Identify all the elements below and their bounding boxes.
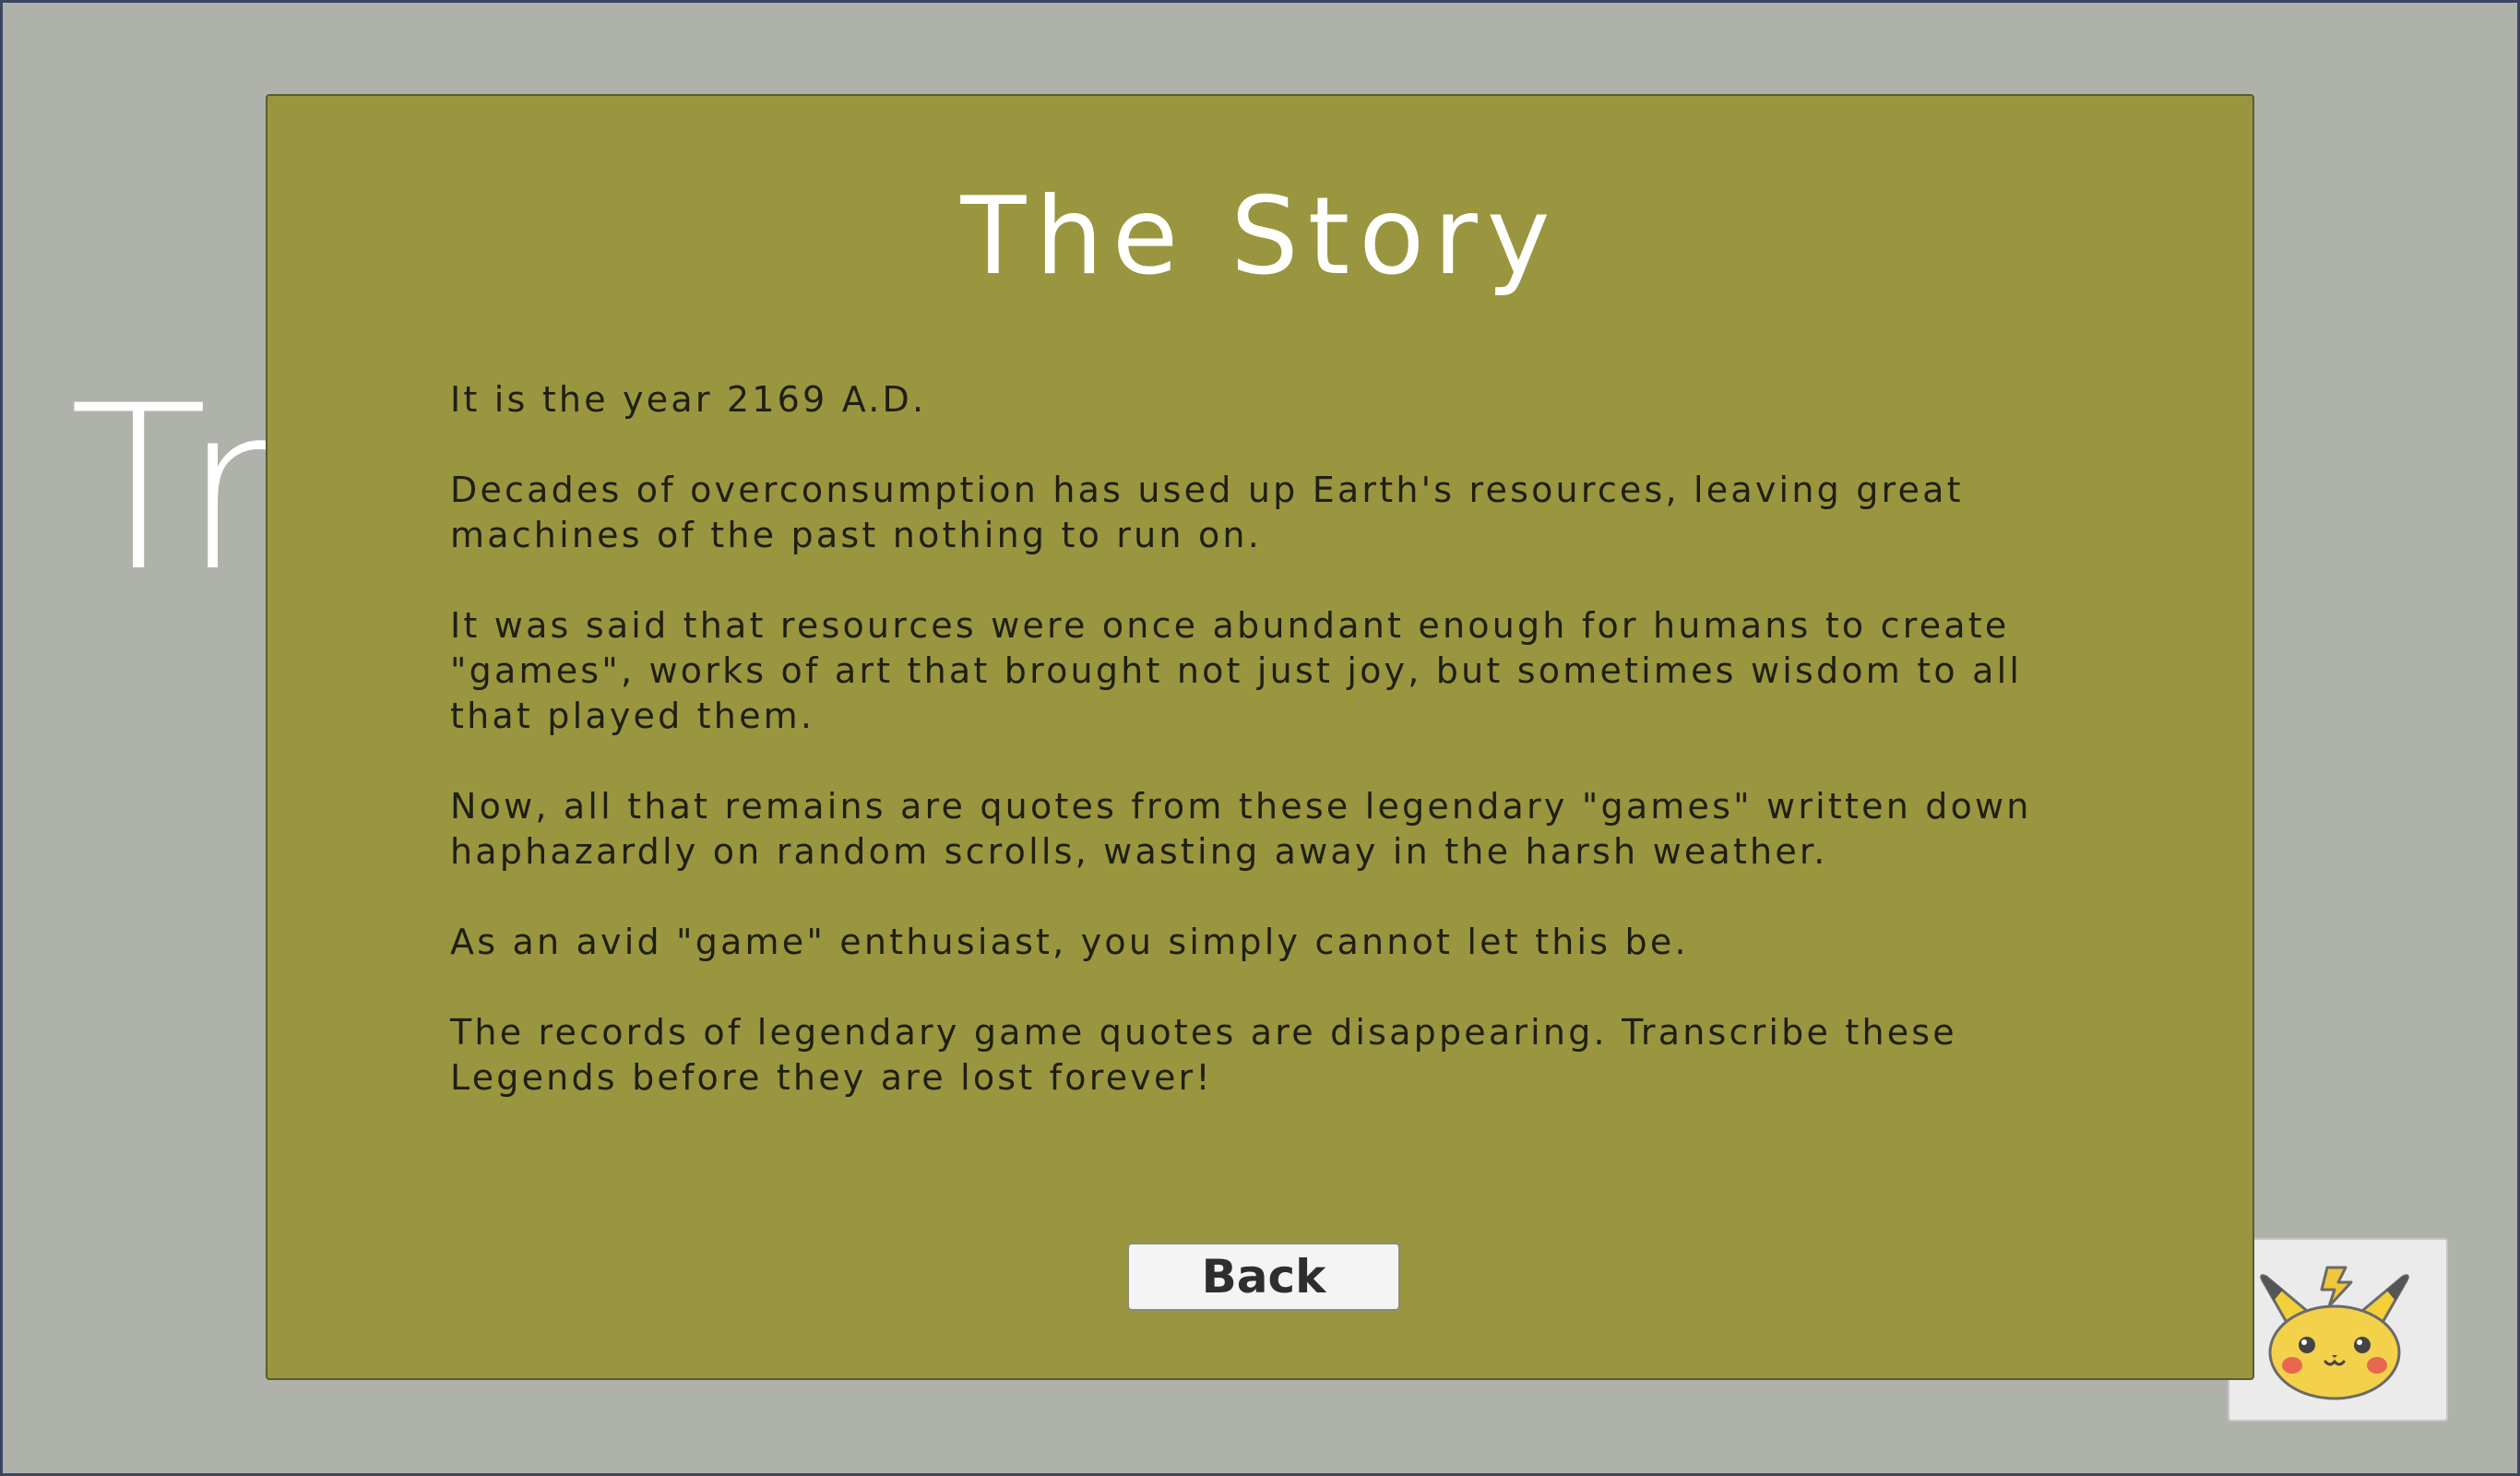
story-paragraph: Now, all that remains are quotes from th… [450, 786, 2032, 872]
story-paragraph: The records of legendary game quotes are… [450, 1012, 1957, 1098]
mascot-button[interactable] [2228, 1238, 2448, 1422]
pikachu-icon [2260, 1266, 2409, 1400]
game-screen: Trds The Story [3, 3, 2517, 1473]
story-text: It is the year 2169 A.D. Decades of over… [450, 377, 2074, 1146]
story-paragraph: Decades of overconsumption has used up E… [450, 470, 1964, 555]
background-title-part-1: Tr [69, 358, 283, 622]
story-title: The Story [960, 174, 1560, 299]
story-paragraph: It is the year 2169 A.D. [450, 379, 927, 420]
back-button[interactable]: Back [1127, 1243, 1400, 1311]
story-title-container: The Story [267, 177, 2253, 297]
story-paragraph: It was said that resources were once abu… [450, 605, 2023, 736]
story-dialog: The Story It is the year 2169 A.D. Decad… [266, 94, 2254, 1380]
story-paragraph: As an avid "game" enthusiast, you simply… [450, 922, 1689, 962]
